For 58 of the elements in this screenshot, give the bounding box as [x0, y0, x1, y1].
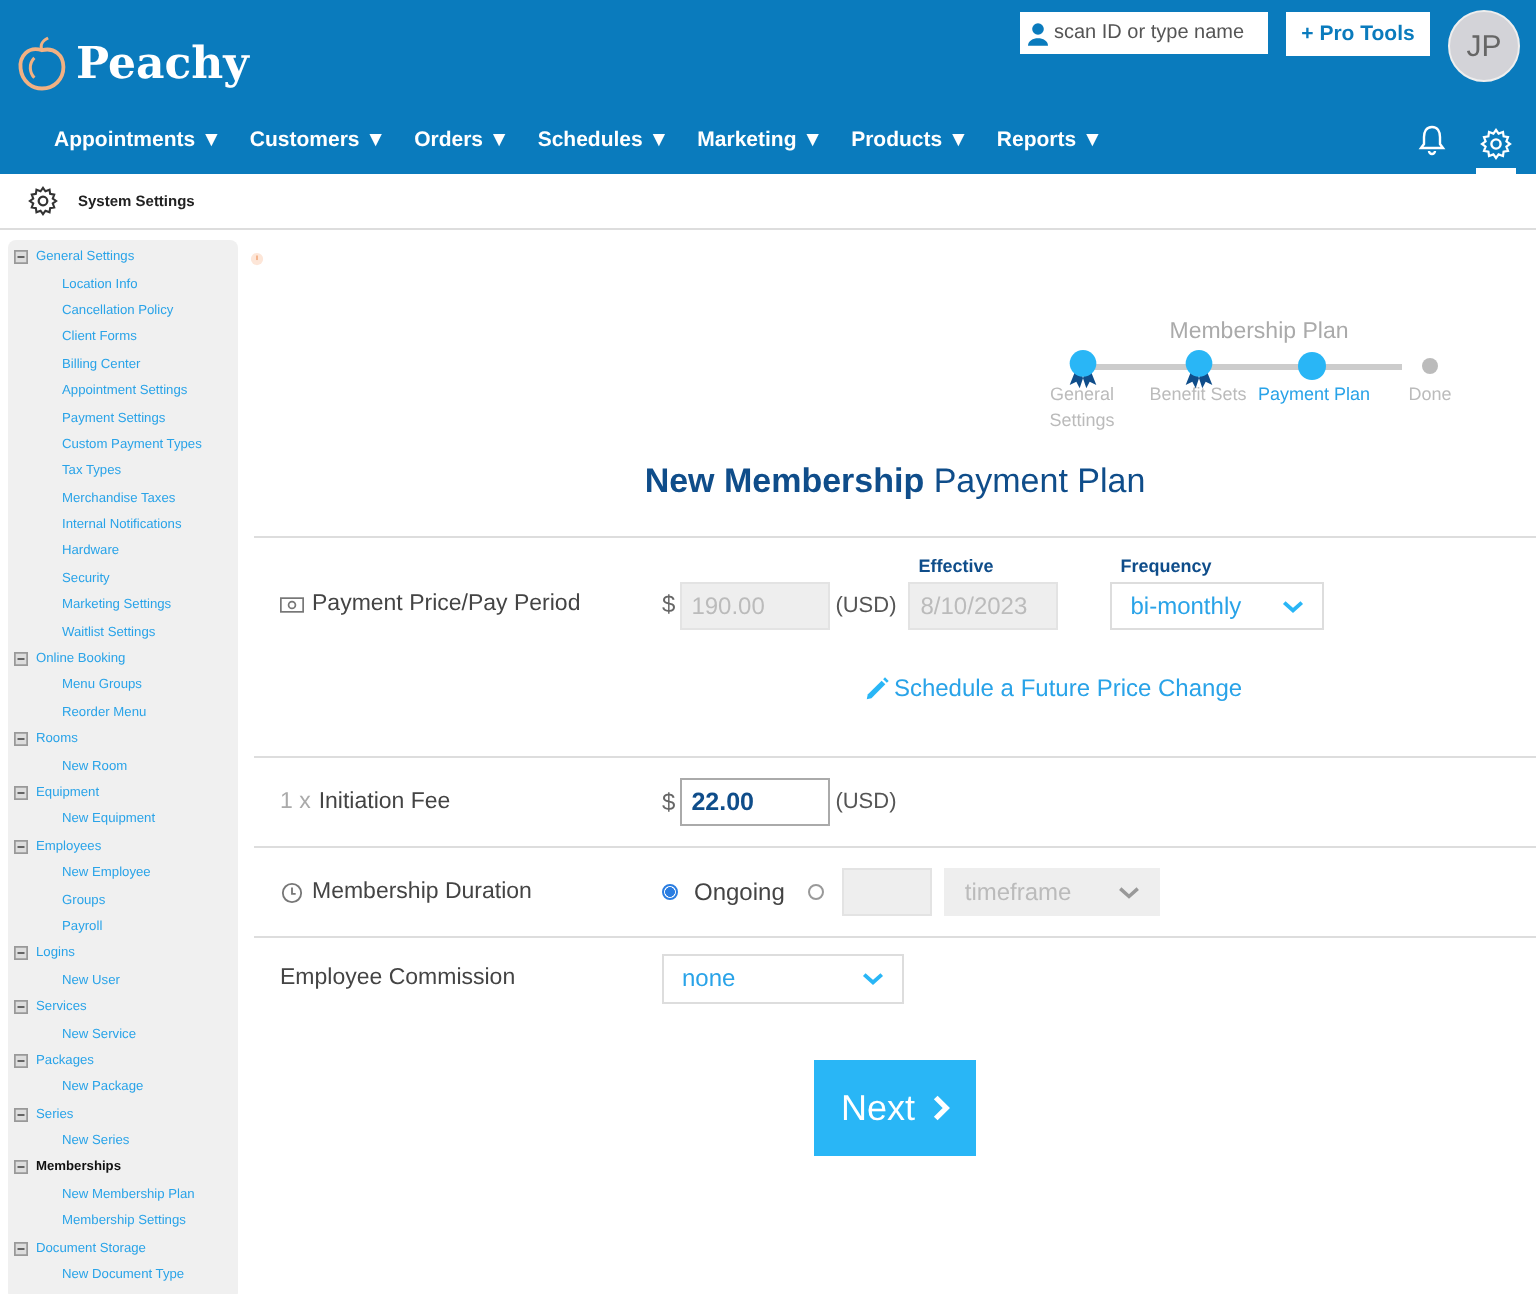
radio-label: Ongoing	[694, 878, 785, 906]
chevron-right-icon	[931, 1094, 949, 1122]
collapse-icon[interactable]	[14, 1107, 28, 1122]
step-label: Payment Plan	[1255, 382, 1373, 408]
cash-icon	[280, 593, 304, 615]
info-icon	[250, 252, 264, 266]
collapse-icon[interactable]	[14, 250, 28, 265]
collapse-icon[interactable]	[14, 1241, 28, 1256]
nav-menu-item[interactable]: Schedules ▼	[537, 127, 670, 151]
field-label: Payment Price/Pay Period	[312, 592, 581, 616]
nav-menu-item[interactable]: Products ▼	[851, 127, 969, 151]
collapse-icon[interactable]	[14, 839, 28, 854]
radio-button[interactable]	[662, 884, 678, 900]
radio-button[interactable]	[808, 884, 825, 900]
nav-menu-item[interactable]: Marketing ▼	[697, 127, 824, 151]
currency-sign: $	[662, 590, 676, 618]
user-avatar[interactable]: JP	[1448, 10, 1520, 82]
stepper-title: Membership Plan	[1167, 320, 1351, 344]
commission-dropdown[interactable]: none	[662, 953, 904, 1003]
form-title: New Membership Payment Plan	[254, 462, 1536, 538]
search-field[interactable]: scan ID or type name	[1020, 12, 1268, 54]
unit-label: (USD)	[835, 594, 897, 618]
nav-menu-item[interactable]: Reports ▼	[996, 127, 1103, 151]
nav-menu-item[interactable]: Appointments ▼	[54, 127, 222, 151]
initiation-fee-field[interactable]: 22.00	[679, 778, 830, 826]
person-icon	[1028, 21, 1048, 45]
unit-label: (USD)	[835, 790, 897, 814]
nav-menu-item[interactable]: Orders ▼	[414, 127, 510, 151]
logo-text[interactable]: Peachy	[76, 38, 249, 90]
step-label: Done	[1406, 382, 1454, 408]
chevron-icon	[862, 971, 884, 985]
currency-sign: $	[662, 788, 676, 816]
collapse-icon[interactable]	[14, 1053, 28, 1068]
chevron-icon	[1118, 885, 1141, 899]
quantity-label: 1 x	[280, 790, 311, 814]
column-label: Effective	[916, 556, 996, 576]
settings-icon	[1480, 128, 1512, 160]
step-label: General Settings	[1047, 382, 1117, 434]
collapse-icon[interactable]	[14, 652, 28, 667]
collapse-icon[interactable]	[14, 786, 28, 800]
pencil-icon	[863, 675, 890, 701]
collapse-icon[interactable]	[14, 1000, 28, 1015]
field-label: Membership Duration	[312, 880, 532, 904]
step-label: Benefit Sets	[1147, 382, 1249, 408]
nav-menu-item[interactable]: Customers ▼	[249, 127, 387, 151]
collapse-icon[interactable]	[14, 1160, 28, 1175]
peach-icon	[16, 34, 68, 94]
clock-icon	[280, 881, 304, 903]
settings-icon	[28, 186, 58, 216]
chevron-icon	[1282, 599, 1305, 613]
field-label: Initiation Fee	[318, 790, 451, 814]
bell-icon[interactable]	[1416, 123, 1448, 155]
collapse-icon[interactable]	[14, 946, 28, 961]
collapse-icon[interactable]	[14, 732, 28, 747]
pro-tools-button[interactable]: + Pro Tools	[1286, 12, 1430, 56]
column-label: Frequency	[1118, 556, 1214, 576]
field-label: Employee Commission	[280, 966, 516, 990]
next-button[interactable]: Next	[814, 1060, 976, 1156]
